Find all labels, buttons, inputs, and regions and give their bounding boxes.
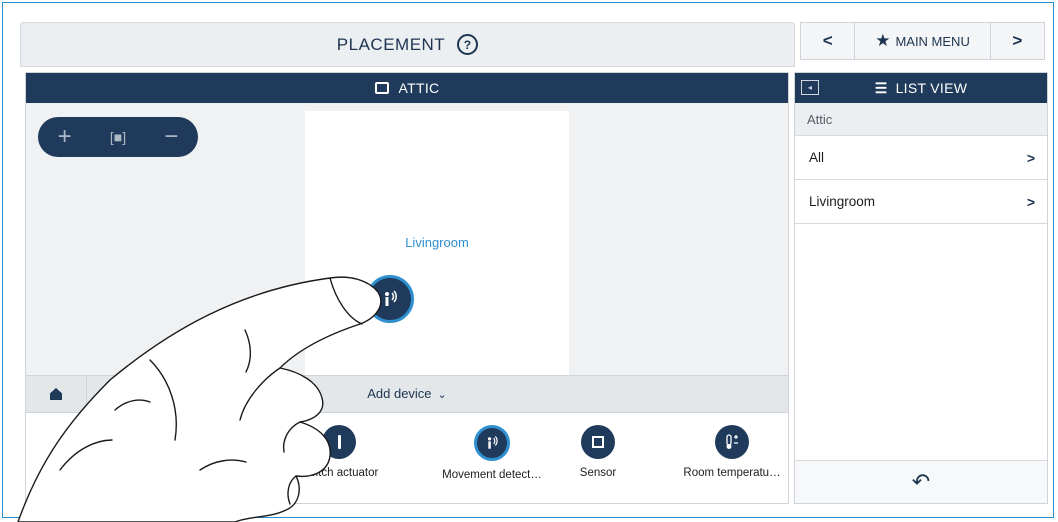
floor-title-bar: ATTIC bbox=[26, 73, 788, 103]
chevron-right-icon: > bbox=[1026, 149, 1035, 166]
floor-title: ATTIC bbox=[398, 80, 440, 96]
list-item-label: Livingroom bbox=[809, 194, 876, 209]
device-item[interactable]: Room temperatu… bbox=[677, 425, 787, 479]
page-header: PLACEMENT ? bbox=[20, 22, 795, 67]
device-item[interactable]: Switch actuator bbox=[284, 425, 394, 479]
list-item-label: All bbox=[809, 150, 825, 165]
back-button[interactable]: ↶ bbox=[795, 460, 1047, 503]
add-device-bar: Add device ⌄ bbox=[26, 375, 788, 413]
zoom-in-button[interactable]: + bbox=[40, 123, 90, 151]
floor-plan-icon bbox=[374, 82, 389, 94]
list-item-livingroom[interactable]: Livingroom > bbox=[795, 180, 1047, 224]
zoom-out-button[interactable]: − bbox=[146, 123, 196, 151]
placed-motion-sensor-icon[interactable] bbox=[366, 275, 414, 323]
list-view-panel: ◂ ☰ LIST VIEW Attic All > Livingroom > ↶ bbox=[794, 72, 1048, 504]
main-menu-label: MAIN MENU bbox=[895, 33, 970, 49]
device-item[interactable]: Movement detect… bbox=[437, 425, 547, 481]
collapse-panel-icon[interactable]: ◂ bbox=[801, 80, 819, 95]
device-palette: Switch actuator Movement detect… Sensor … bbox=[26, 413, 788, 503]
chevron-right-icon: > bbox=[1026, 193, 1035, 210]
device-label: Sensor bbox=[579, 467, 617, 479]
switch-icon bbox=[322, 425, 356, 459]
star-icon: ★ bbox=[875, 31, 891, 50]
page-title: PLACEMENT bbox=[336, 34, 446, 54]
device-label: Switch actuator bbox=[299, 467, 379, 479]
prev-button[interactable]: < bbox=[801, 23, 856, 59]
room-area[interactable]: Livingroom bbox=[305, 111, 569, 375]
floor-plan-panel: ATTIC + [■] − Livingroom Add device ⌄ Swi… bbox=[25, 72, 789, 504]
breadcrumb: Attic bbox=[795, 103, 1047, 136]
device-label: Room temperatu… bbox=[683, 467, 781, 479]
sensor-icon bbox=[581, 425, 615, 459]
list-item-all[interactable]: All > bbox=[795, 136, 1047, 180]
room-name: Livingroom bbox=[405, 235, 469, 250]
add-device-toggle[interactable]: Add device ⌄ bbox=[26, 386, 788, 401]
list-icon: ☰ bbox=[874, 79, 888, 96]
add-device-label: Add device bbox=[367, 386, 432, 401]
help-icon[interactable]: ? bbox=[457, 34, 479, 55]
next-button[interactable]: > bbox=[991, 23, 1044, 59]
list-view-title-bar: ◂ ☰ LIST VIEW bbox=[795, 73, 1047, 103]
motion-sensor-icon bbox=[474, 425, 510, 461]
zoom-controls: + [■] − bbox=[38, 117, 198, 157]
top-nav: < ★ MAIN MENU > bbox=[800, 22, 1045, 60]
thermometer-icon bbox=[715, 425, 749, 459]
list-view-title: LIST VIEW bbox=[895, 80, 968, 96]
device-item[interactable]: Sensor bbox=[543, 425, 653, 479]
fit-to-screen-button[interactable]: [■] bbox=[93, 129, 143, 145]
device-label: Movement detect… bbox=[442, 469, 542, 481]
chevron-down-icon: ⌄ bbox=[437, 389, 447, 401]
main-menu-button[interactable]: ★ MAIN MENU bbox=[855, 23, 991, 59]
back-arrow-icon: ↶ bbox=[911, 469, 931, 494]
